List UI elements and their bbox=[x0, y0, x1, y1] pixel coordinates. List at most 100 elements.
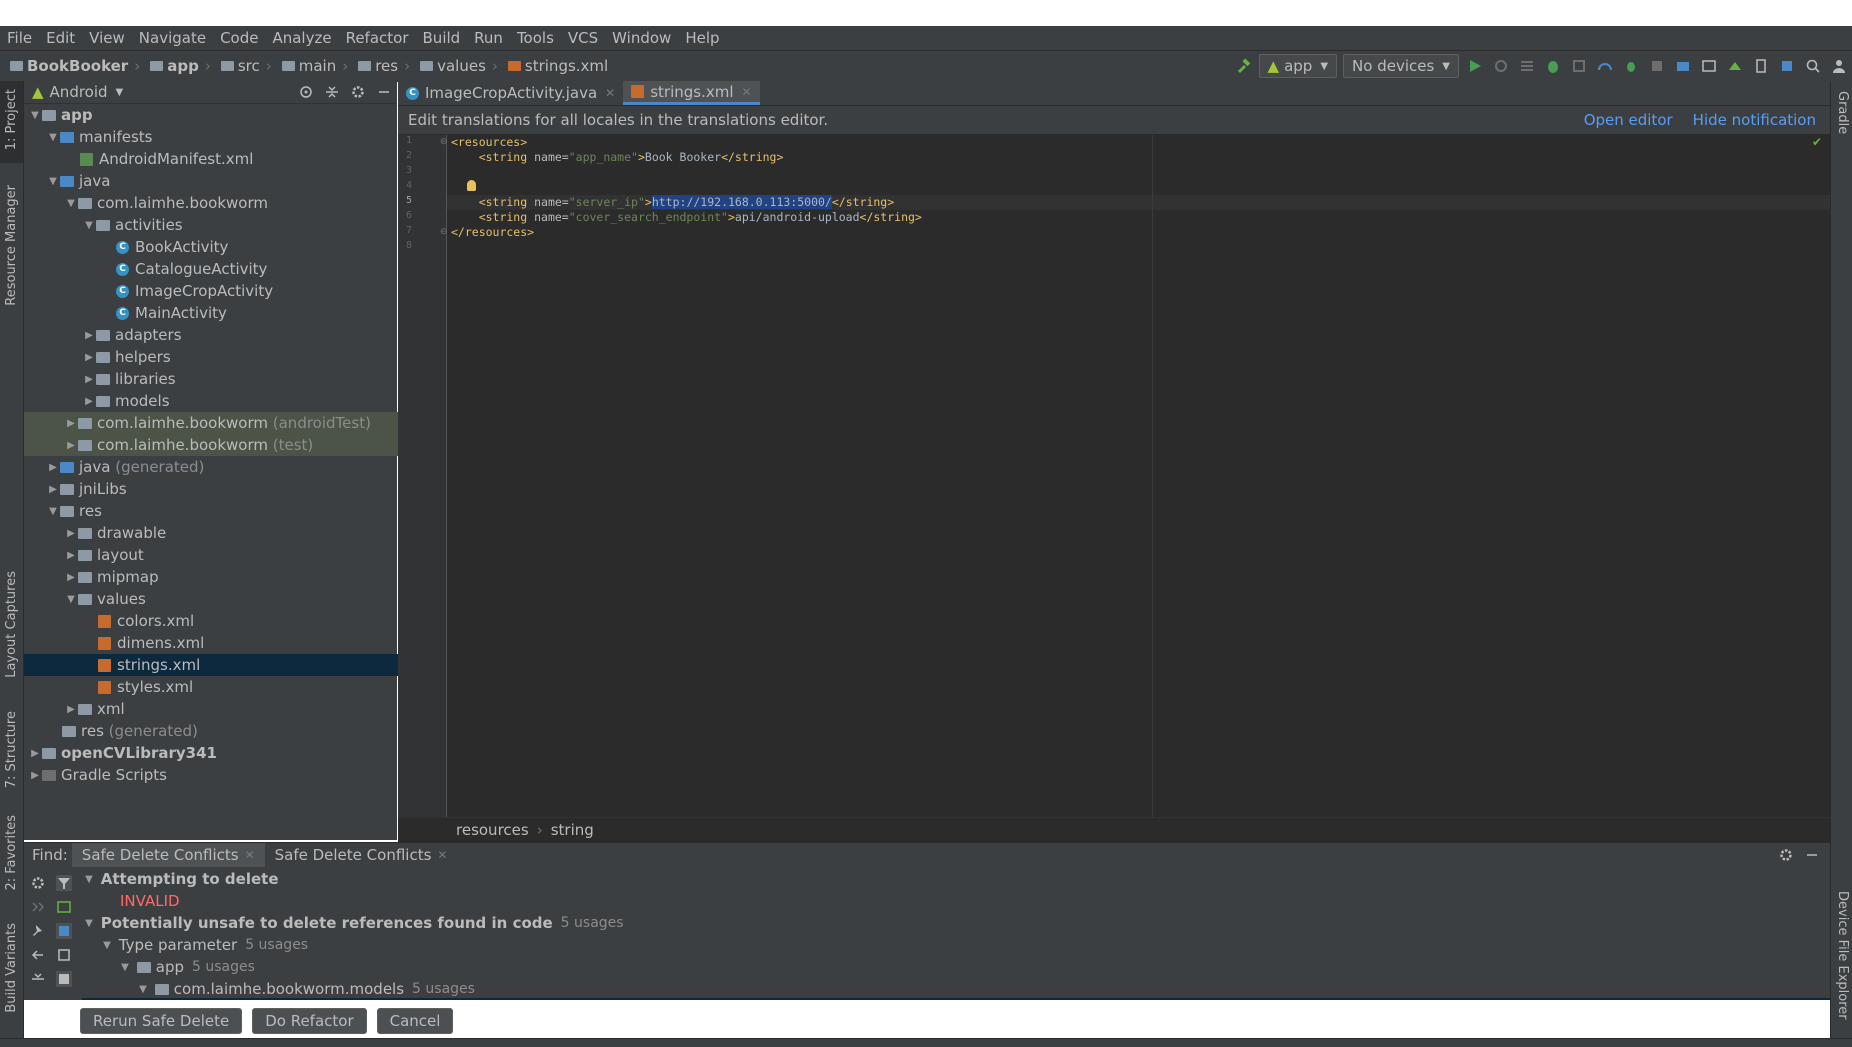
collapsed-arrow-icon[interactable]: ▶ bbox=[64, 704, 78, 715]
tree-item[interactable]: ▼ java bbox=[24, 170, 419, 192]
close-icon[interactable]: ✕ bbox=[742, 85, 752, 99]
back-arrow-icon[interactable] bbox=[30, 947, 46, 963]
result-node[interactable]: ▼ Potentially unsafe to delete reference… bbox=[82, 912, 623, 934]
menu-window[interactable]: Window bbox=[605, 29, 678, 47]
tool-tab-favorites[interactable]: 2: Favorites bbox=[4, 815, 19, 891]
tree-item[interactable]: ▶ mipmap bbox=[24, 566, 437, 588]
tree-item[interactable]: ▶ java (generated) bbox=[24, 456, 419, 478]
cancel-button[interactable]: Cancel bbox=[376, 1008, 454, 1034]
minimize-icon[interactable] bbox=[1804, 847, 1820, 863]
tree-item[interactable]: ▼ values bbox=[24, 588, 437, 610]
group-by-file-icon[interactable] bbox=[56, 971, 72, 987]
run-configuration-select[interactable]: ▲ app ▼ bbox=[1258, 54, 1338, 78]
collapse-all-icon[interactable] bbox=[30, 971, 46, 987]
tool-tab-device-file-explorer[interactable]: Device File Explorer bbox=[1835, 891, 1850, 1020]
group-by-module-icon[interactable] bbox=[56, 923, 72, 939]
breadcrumb-file[interactable]: strings.xml bbox=[498, 57, 608, 75]
breadcrumb-values[interactable]: values › bbox=[410, 57, 498, 75]
expanded-arrow-icon[interactable]: ▼ bbox=[46, 176, 60, 187]
menu-vcs[interactable]: VCS bbox=[561, 29, 605, 47]
collapsed-arrow-icon[interactable]: ▶ bbox=[82, 374, 96, 385]
breadcrumb-string[interactable]: string bbox=[551, 821, 594, 839]
collapsed-arrow-icon[interactable]: ▶ bbox=[46, 484, 60, 495]
open-editor-link[interactable]: Open editor bbox=[1584, 111, 1673, 129]
tree-item[interactable]: ▼ app bbox=[24, 104, 401, 126]
expanded-arrow-icon[interactable]: ▼ bbox=[64, 198, 78, 209]
breadcrumb-res[interactable]: res › bbox=[348, 57, 410, 75]
build-hammer-icon[interactable] bbox=[1235, 58, 1251, 74]
collapsed-arrow-icon[interactable]: ▶ bbox=[64, 572, 78, 583]
expanded-arrow-icon[interactable]: ▼ bbox=[28, 110, 42, 121]
merge-icon[interactable] bbox=[56, 899, 72, 915]
run-icon[interactable] bbox=[1467, 58, 1483, 74]
find-tab[interactable]: Safe Delete Conflicts ✕ bbox=[71, 843, 265, 867]
menu-tools[interactable]: Tools bbox=[510, 29, 561, 47]
code-editor[interactable]: <resources> <string name="app_name">Book… bbox=[447, 135, 1830, 817]
project-view-mode-select[interactable]: Android bbox=[50, 83, 108, 101]
find-tab[interactable]: Safe Delete Conflicts ✕ bbox=[265, 843, 458, 867]
user-icon[interactable] bbox=[1831, 58, 1847, 74]
result-node[interactable]: ▼ Type parameter 5 usages bbox=[100, 934, 308, 956]
expanded-arrow-icon[interactable]: ▼ bbox=[46, 506, 60, 517]
tree-item[interactable]: ▶ adapters bbox=[24, 324, 455, 346]
tree-item[interactable]: ▼ res bbox=[24, 500, 419, 522]
menu-analyze[interactable]: Analyze bbox=[265, 29, 338, 47]
group-by-package-icon[interactable] bbox=[56, 947, 72, 963]
tool-tab-structure[interactable]: 7: Structure bbox=[4, 711, 19, 788]
collapsed-arrow-icon[interactable]: ▶ bbox=[64, 440, 78, 451]
breadcrumb-resources[interactable]: resources bbox=[456, 821, 529, 839]
tree-item[interactable]: ▶ xml bbox=[24, 698, 437, 720]
tree-item[interactable]: ▶ layout bbox=[24, 544, 437, 566]
profile-icon[interactable] bbox=[1597, 58, 1613, 74]
sdk-manager-icon[interactable] bbox=[1727, 58, 1743, 74]
collapsed-arrow-icon[interactable]: ▶ bbox=[28, 770, 42, 781]
tool-tab-build-variants[interactable]: Build Variants bbox=[4, 923, 19, 1013]
gear-icon[interactable] bbox=[350, 84, 366, 100]
rerun-icon[interactable] bbox=[1493, 58, 1509, 74]
pin-icon[interactable] bbox=[30, 923, 46, 939]
gear-icon[interactable] bbox=[1778, 847, 1794, 863]
device-select[interactable]: No devices ▼ bbox=[1343, 54, 1459, 78]
collapsed-arrow-icon[interactable]: ▶ bbox=[82, 396, 96, 407]
close-icon[interactable]: ✕ bbox=[605, 86, 615, 100]
menu-view[interactable]: View bbox=[82, 29, 132, 47]
menu-navigate[interactable]: Navigate bbox=[132, 29, 213, 47]
result-invalid[interactable]: INVALID bbox=[120, 890, 180, 912]
tree-item[interactable]: ▶ jniLibs bbox=[24, 478, 419, 500]
collapsed-arrow-icon[interactable]: ▶ bbox=[64, 418, 78, 429]
chevron-down-icon[interactable]: ▼ bbox=[116, 87, 124, 98]
tool-tab-project[interactable]: 1: Project bbox=[4, 89, 19, 150]
tree-item[interactable]: ▶ helpers bbox=[24, 346, 455, 368]
tree-item[interactable]: ▶ Gradle Scripts bbox=[24, 764, 401, 786]
tree-item[interactable]: ▶ openCVLibrary341 bbox=[24, 742, 401, 764]
layout-inspector-icon[interactable] bbox=[1779, 58, 1795, 74]
search-icon[interactable] bbox=[1805, 58, 1821, 74]
collapsed-arrow-icon[interactable]: ▶ bbox=[64, 528, 78, 539]
expand-arrows-icon[interactable] bbox=[30, 899, 46, 915]
tree-item[interactable]: AndroidManifest.xml bbox=[24, 148, 453, 170]
hide-notification-link[interactable]: Hide notification bbox=[1693, 111, 1816, 129]
coverage-icon[interactable] bbox=[1571, 58, 1587, 74]
collapsed-arrow-icon[interactable]: ▶ bbox=[82, 330, 96, 341]
debug-icon[interactable] bbox=[1545, 58, 1561, 74]
close-icon[interactable]: ✕ bbox=[437, 848, 447, 862]
result-node[interactable]: ▼ Attempting to delete bbox=[82, 868, 278, 890]
expanded-arrow-icon[interactable]: ▼ bbox=[82, 874, 96, 885]
tree-item[interactable]: ▶ com.laimhe.bookworm (test) bbox=[24, 434, 437, 456]
menu-file[interactable]: File bbox=[0, 29, 39, 47]
tree-item[interactable]: ▶ com.laimhe.bookworm (androidTest) bbox=[24, 412, 437, 434]
stop-icon[interactable] bbox=[1649, 58, 1665, 74]
menu-edit[interactable]: Edit bbox=[39, 29, 82, 47]
breadcrumb-src[interactable]: src › bbox=[211, 57, 272, 75]
tool-tab-resource-manager[interactable]: Resource Manager bbox=[4, 185, 19, 306]
tree-item[interactable]: ▶ libraries bbox=[24, 368, 455, 390]
menu-help[interactable]: Help bbox=[678, 29, 726, 47]
collapsed-arrow-icon[interactable]: ▶ bbox=[28, 748, 42, 759]
expanded-arrow-icon[interactable]: ▼ bbox=[100, 940, 114, 951]
tree-item[interactable]: ▶ drawable bbox=[24, 522, 437, 544]
collapsed-arrow-icon[interactable]: ▶ bbox=[46, 462, 60, 473]
avd-manager-icon[interactable] bbox=[1701, 58, 1717, 74]
locate-icon[interactable] bbox=[298, 84, 314, 100]
breadcrumb-project[interactable]: BookBooker › bbox=[0, 57, 140, 75]
rerun-safe-delete-button[interactable]: Rerun Safe Delete bbox=[80, 1008, 243, 1034]
